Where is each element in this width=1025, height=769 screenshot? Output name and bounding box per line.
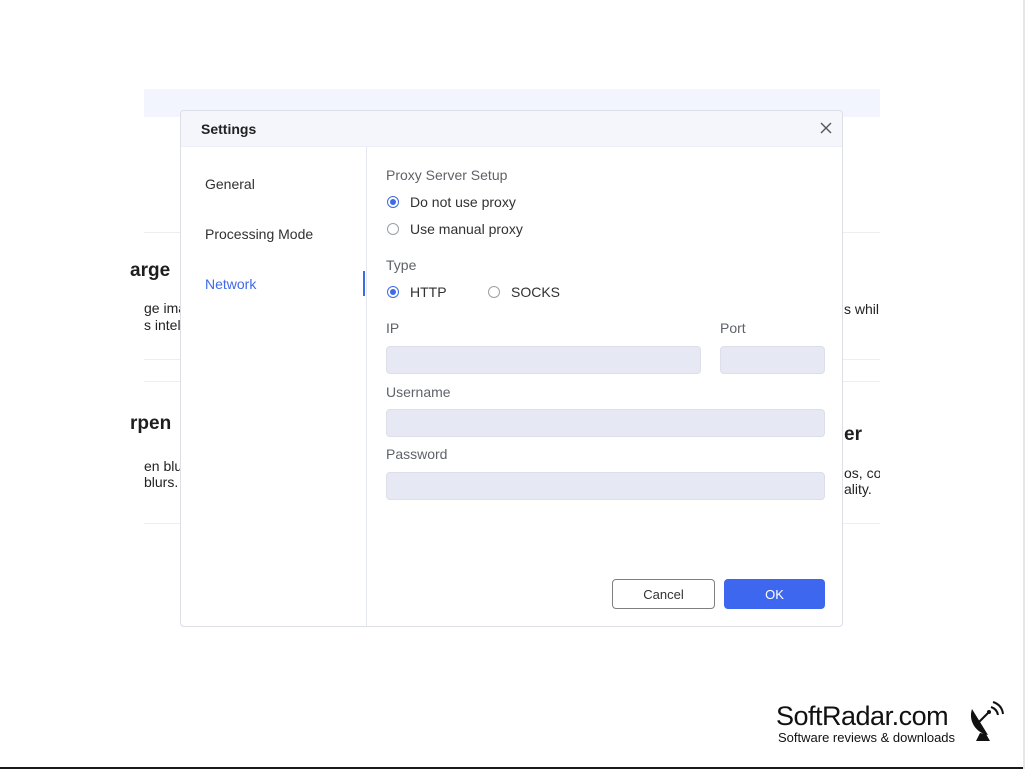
watermark-title: SoftRadar.com: [776, 701, 949, 731]
radio-label: SOCKS: [511, 284, 561, 300]
radio-checked-icon: [387, 286, 399, 298]
port-label: Port: [720, 320, 746, 336]
port-input[interactable]: [720, 346, 825, 374]
sidebar-item-network[interactable]: Network: [205, 276, 256, 292]
watermark-subtitle: Software reviews & downloads: [778, 730, 956, 745]
background-card-text: s whil: [844, 301, 880, 317]
radio-type-socks[interactable]: SOCKS: [488, 284, 560, 300]
proxy-section-label: Proxy Server Setup: [386, 167, 508, 183]
radio-manual-proxy[interactable]: Use manual proxy: [387, 221, 523, 237]
username-input[interactable]: [386, 409, 825, 437]
password-label: Password: [386, 446, 448, 462]
network-settings-panel: Proxy Server Setup Do not use proxy Use …: [367, 147, 842, 626]
close-button[interactable]: [818, 120, 834, 136]
active-tab-indicator: [363, 271, 365, 296]
settings-dialog: Settings General Processing Mode Network…: [180, 110, 843, 627]
background-card-text: en blu: [144, 458, 180, 474]
username-label: Username: [386, 384, 451, 400]
dialog-title: Settings: [201, 121, 257, 137]
background-card-text: s intel: [144, 317, 180, 333]
settings-sidebar: General Processing Mode Network: [181, 147, 367, 626]
dialog-header: Settings: [181, 111, 842, 147]
satellite-dish-icon: [970, 701, 1004, 741]
background-card-title: arge: [130, 260, 171, 281]
background-card-text: ge ima: [144, 300, 180, 316]
type-label: Type: [386, 257, 417, 273]
ip-input[interactable]: [386, 346, 701, 374]
radio-unchecked-icon: [387, 223, 399, 235]
background-card-text: os, co: [844, 465, 880, 481]
password-input[interactable]: [386, 472, 825, 500]
radio-type-http[interactable]: HTTP: [387, 284, 447, 300]
background-card-title: er: [844, 424, 862, 445]
radio-checked-icon: [387, 196, 399, 208]
radio-label: Do not use proxy: [410, 194, 516, 210]
radio-label: HTTP: [410, 284, 447, 300]
sidebar-item-general[interactable]: General: [205, 176, 255, 192]
ok-button[interactable]: OK: [724, 579, 825, 609]
radio-no-proxy[interactable]: Do not use proxy: [387, 194, 516, 210]
background-card-title: rpen: [130, 413, 172, 434]
radio-unchecked-icon: [488, 286, 500, 298]
close-icon: [820, 122, 832, 134]
cancel-button[interactable]: Cancel: [612, 579, 715, 609]
background-card-text: blurs.: [144, 474, 179, 490]
radio-label: Use manual proxy: [410, 221, 523, 237]
ip-label: IP: [386, 320, 400, 336]
sidebar-item-processing-mode[interactable]: Processing Mode: [205, 226, 313, 242]
background-card-text: ality.: [844, 481, 872, 497]
